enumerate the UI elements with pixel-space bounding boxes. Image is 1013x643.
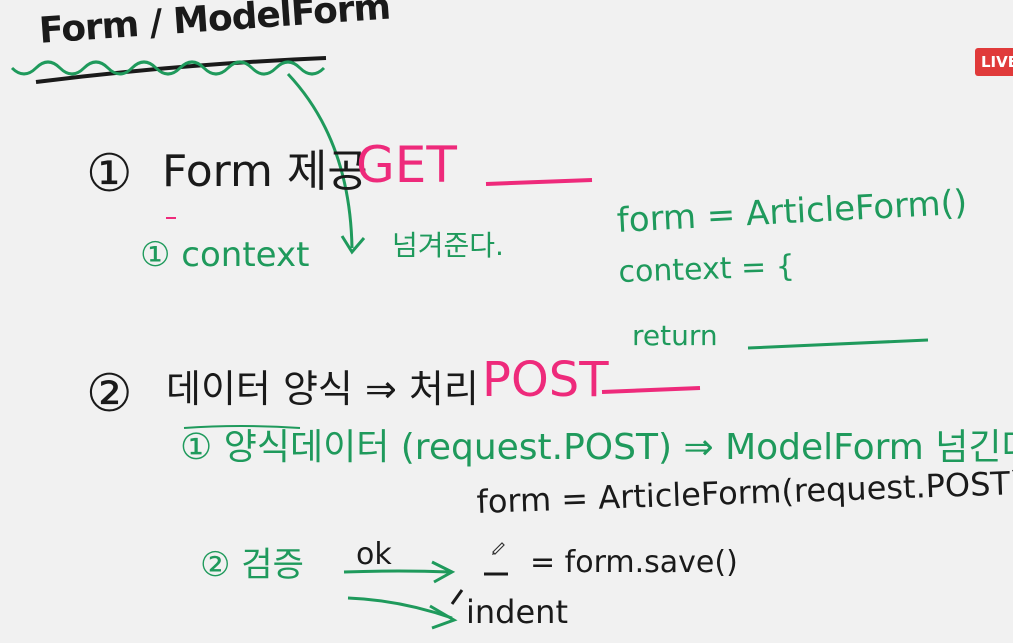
section2-sub1: ① 양식데이터 (request.POST) ⇒ ModelForm 넘긴다. [180,427,1013,468]
section2-method: POST [482,352,609,408]
section2-number: ② [86,364,133,424]
section1-label: Form 제공 [162,146,368,197]
section1-method: GET [356,136,457,194]
section2-sub2: ② 검증 [200,545,304,585]
section1-code-line2: context = { [617,248,796,290]
indent-note: indent [466,593,568,631]
section2-label: 데이터 양식 ⇒ 처리 [166,367,479,411]
post-blank-line [601,386,701,394]
pencil-icon [492,542,505,555]
return-blank-line [747,338,929,350]
save-code: = form.save() [530,545,738,580]
section1-sub1: ① context [140,235,310,275]
section1-sub1-note: 넘겨준다. [392,229,504,262]
section1-code-line3: return [632,319,718,352]
indent-slash [450,589,464,605]
get-blank-line [485,178,593,186]
section1-number: ① [86,144,133,204]
ok-label: ok [356,537,392,572]
whiteboard: Form / ModelForm ① Form 제공 GET ① context… [0,0,1013,643]
live-badge: LIVE [975,48,1013,76]
fail-arrowhead [429,604,458,630]
